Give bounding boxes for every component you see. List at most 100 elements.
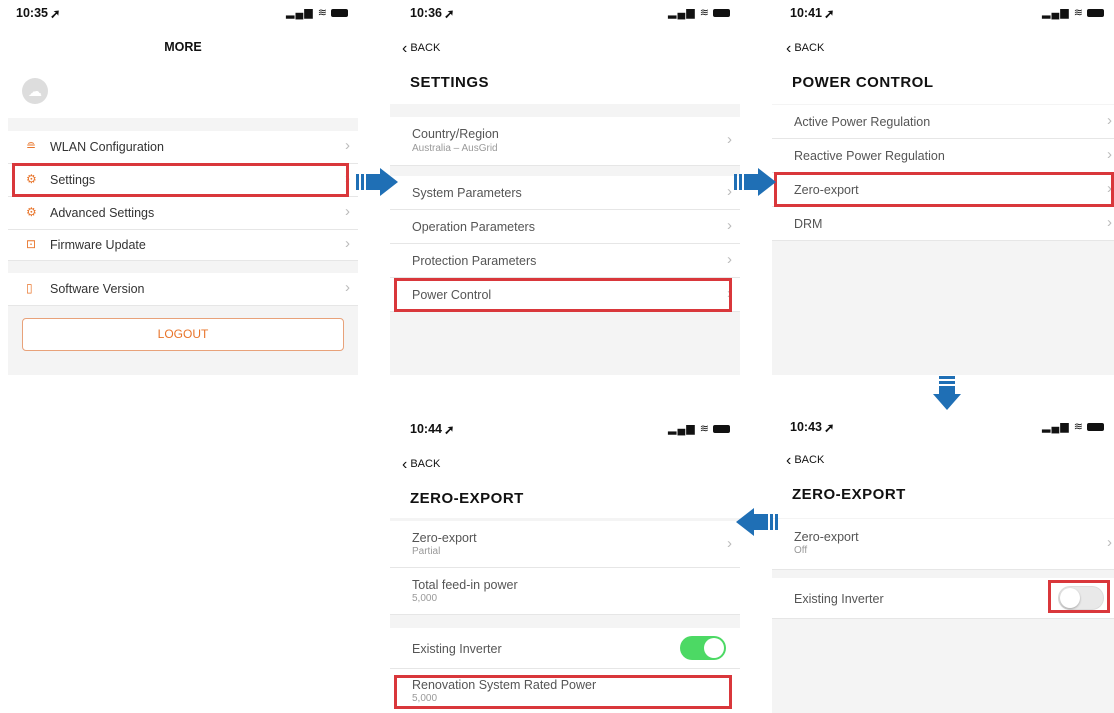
page-title: MORE xyxy=(164,40,202,54)
total-feed-in-power-row[interactable]: Total feed-in power 5,000 xyxy=(390,568,740,615)
back-label: BACK xyxy=(794,42,825,54)
firmware-icon: ⊡ xyxy=(26,237,37,251)
status-bar: 10:35 ➚ ▂▄▆ ≋ xyxy=(8,0,358,26)
battery-icon xyxy=(331,9,348,18)
location-icon: ➚ xyxy=(444,423,455,437)
existing-inverter-toggle[interactable] xyxy=(680,636,726,660)
location-icon: ➚ xyxy=(824,421,835,435)
back-button[interactable]: ‹ BACK xyxy=(786,452,824,470)
row-label: Active Power Regulation xyxy=(794,115,931,129)
row-label: Total feed-in power xyxy=(412,578,518,592)
chevron-right-icon: › xyxy=(727,183,732,200)
back-button[interactable]: ‹ BACK xyxy=(786,40,824,58)
zero-export-row[interactable]: Zero-export Off › xyxy=(772,519,1114,570)
row-label: Zero-export xyxy=(794,530,859,544)
logout-button[interactable]: LOGOUT xyxy=(22,318,344,351)
menu-item-label: Advanced Settings xyxy=(50,206,155,220)
status-bar: 10:41 ➚ ▂▄▆ ≋ xyxy=(772,0,1114,26)
row-value: Australia – AusGrid xyxy=(412,143,498,154)
status-bar: 10:36 ➚ ▂▄▆ ≋ xyxy=(390,0,740,26)
row-value: Off xyxy=(794,545,808,556)
status-time: 10:43 xyxy=(790,420,822,434)
status-time: 10:41 xyxy=(790,6,822,20)
back-button[interactable]: ‹ BACK xyxy=(402,456,440,474)
flow-arrow-down xyxy=(933,376,961,410)
location-icon: ➚ xyxy=(50,7,61,21)
page-title: ZERO-EXPORT xyxy=(792,486,906,503)
battery-icon xyxy=(713,9,730,18)
chevron-right-icon: › xyxy=(1107,214,1112,231)
chevron-left-icon: ‹ xyxy=(786,452,792,469)
menu-item-wlan[interactable]: ≘ WLAN Configuration › xyxy=(8,131,358,164)
row-label: Existing Inverter xyxy=(794,592,884,606)
page-title: POWER CONTROL xyxy=(792,74,934,91)
status-time: 10:44 xyxy=(410,422,442,436)
screen-settings: 10:36 ➚ ▂▄▆ ≋ ‹ BACK SETTINGS Country/Regi… xyxy=(390,0,740,375)
screen-zero-export-off: 10:43 ➚ ▂▄▆ ≋ ‹ BACK ZERO-EXPORT Zero-expo… xyxy=(772,412,1114,713)
highlight-box xyxy=(394,278,732,312)
battery-icon xyxy=(713,425,730,434)
chevron-right-icon: › xyxy=(345,137,350,154)
page-title: ZERO-EXPORT xyxy=(410,490,524,507)
protection-parameters-row[interactable]: Protection Parameters › xyxy=(390,244,740,278)
reactive-power-regulation-row[interactable]: Reactive Power Regulation › xyxy=(772,139,1114,173)
header: ‹ BACK POWER CONTROL xyxy=(772,26,1114,104)
flow-arrow-right xyxy=(356,168,398,196)
chevron-right-icon: › xyxy=(1107,112,1112,129)
chevron-right-icon: › xyxy=(727,251,732,268)
menu-item-firmware-update[interactable]: ⊡ Firmware Update › xyxy=(8,230,358,261)
row-value: 5,000 xyxy=(412,593,438,604)
back-button[interactable]: ‹ BACK xyxy=(402,40,440,58)
row-label: System Parameters xyxy=(412,186,522,200)
location-icon: ➚ xyxy=(824,7,835,21)
highlight-box xyxy=(12,163,349,197)
menu-item-label: Firmware Update xyxy=(50,238,146,252)
existing-inverter-row: Existing Inverter xyxy=(390,628,740,669)
status-icons: ▂▄▆ ≋ xyxy=(1042,6,1104,19)
menu-item-label: Software Version xyxy=(50,282,145,296)
flow-arrow-right xyxy=(734,168,776,196)
header: ‹ BACK ZERO-EXPORT xyxy=(772,438,1114,518)
status-time: 10:36 xyxy=(410,6,442,20)
active-power-regulation-row[interactable]: Active Power Regulation › xyxy=(772,105,1114,139)
avatar[interactable]: ☁ xyxy=(22,78,48,104)
row-label: Protection Parameters xyxy=(412,254,537,268)
toggle-knob xyxy=(704,638,724,658)
chevron-right-icon: › xyxy=(1107,146,1112,163)
flow-arrow-left xyxy=(736,508,778,536)
chevron-right-icon: › xyxy=(1107,534,1112,551)
header: MORE ☁ xyxy=(8,26,358,118)
chevron-right-icon: › xyxy=(345,235,350,252)
row-label: DRM xyxy=(794,217,823,231)
status-bar: 10:44 ➚ ▂▄▆ ≋ xyxy=(390,412,740,438)
operation-parameters-row[interactable]: Operation Parameters › xyxy=(390,210,740,244)
highlight-box xyxy=(1048,580,1110,613)
menu-item-advanced-settings[interactable]: ⚙ Advanced Settings › xyxy=(8,197,358,230)
battery-icon xyxy=(1087,9,1104,18)
header: ‹ BACK SETTINGS xyxy=(390,26,740,104)
page-title: SETTINGS xyxy=(410,74,490,91)
row-label: Reactive Power Regulation xyxy=(794,149,945,163)
back-label: BACK xyxy=(410,42,441,54)
drm-row[interactable]: DRM › xyxy=(772,207,1114,241)
chevron-right-icon: › xyxy=(727,535,732,552)
chevron-left-icon: ‹ xyxy=(402,456,408,473)
highlight-box xyxy=(394,675,732,709)
highlight-box xyxy=(774,172,1114,207)
chevron-right-icon: › xyxy=(345,203,350,220)
version-icon: ▯ xyxy=(26,281,33,295)
system-parameters-row[interactable]: System Parameters › xyxy=(390,176,740,210)
row-label: Zero-export xyxy=(412,531,477,545)
menu-item-software-version[interactable]: ▯ Software Version › xyxy=(8,273,358,306)
status-icons: ▂▄▆ ≋ xyxy=(286,6,348,19)
country-region-row[interactable]: Country/Region Australia – AusGrid › xyxy=(390,117,740,166)
header: ‹ BACK ZERO-EXPORT xyxy=(390,438,740,518)
zero-export-row[interactable]: Zero-export Partial › xyxy=(390,521,740,568)
advanced-gear-icon: ⚙ xyxy=(26,205,37,219)
chevron-left-icon: ‹ xyxy=(786,40,792,57)
location-icon: ➚ xyxy=(444,7,455,21)
row-label: Existing Inverter xyxy=(412,642,502,656)
menu-item-label: WLAN Configuration xyxy=(50,140,164,154)
screen-more: 10:35 ➚ ▂▄▆ ≋ MORE ☁ ≘ WLAN Configuration… xyxy=(8,0,358,375)
row-label: Operation Parameters xyxy=(412,220,535,234)
